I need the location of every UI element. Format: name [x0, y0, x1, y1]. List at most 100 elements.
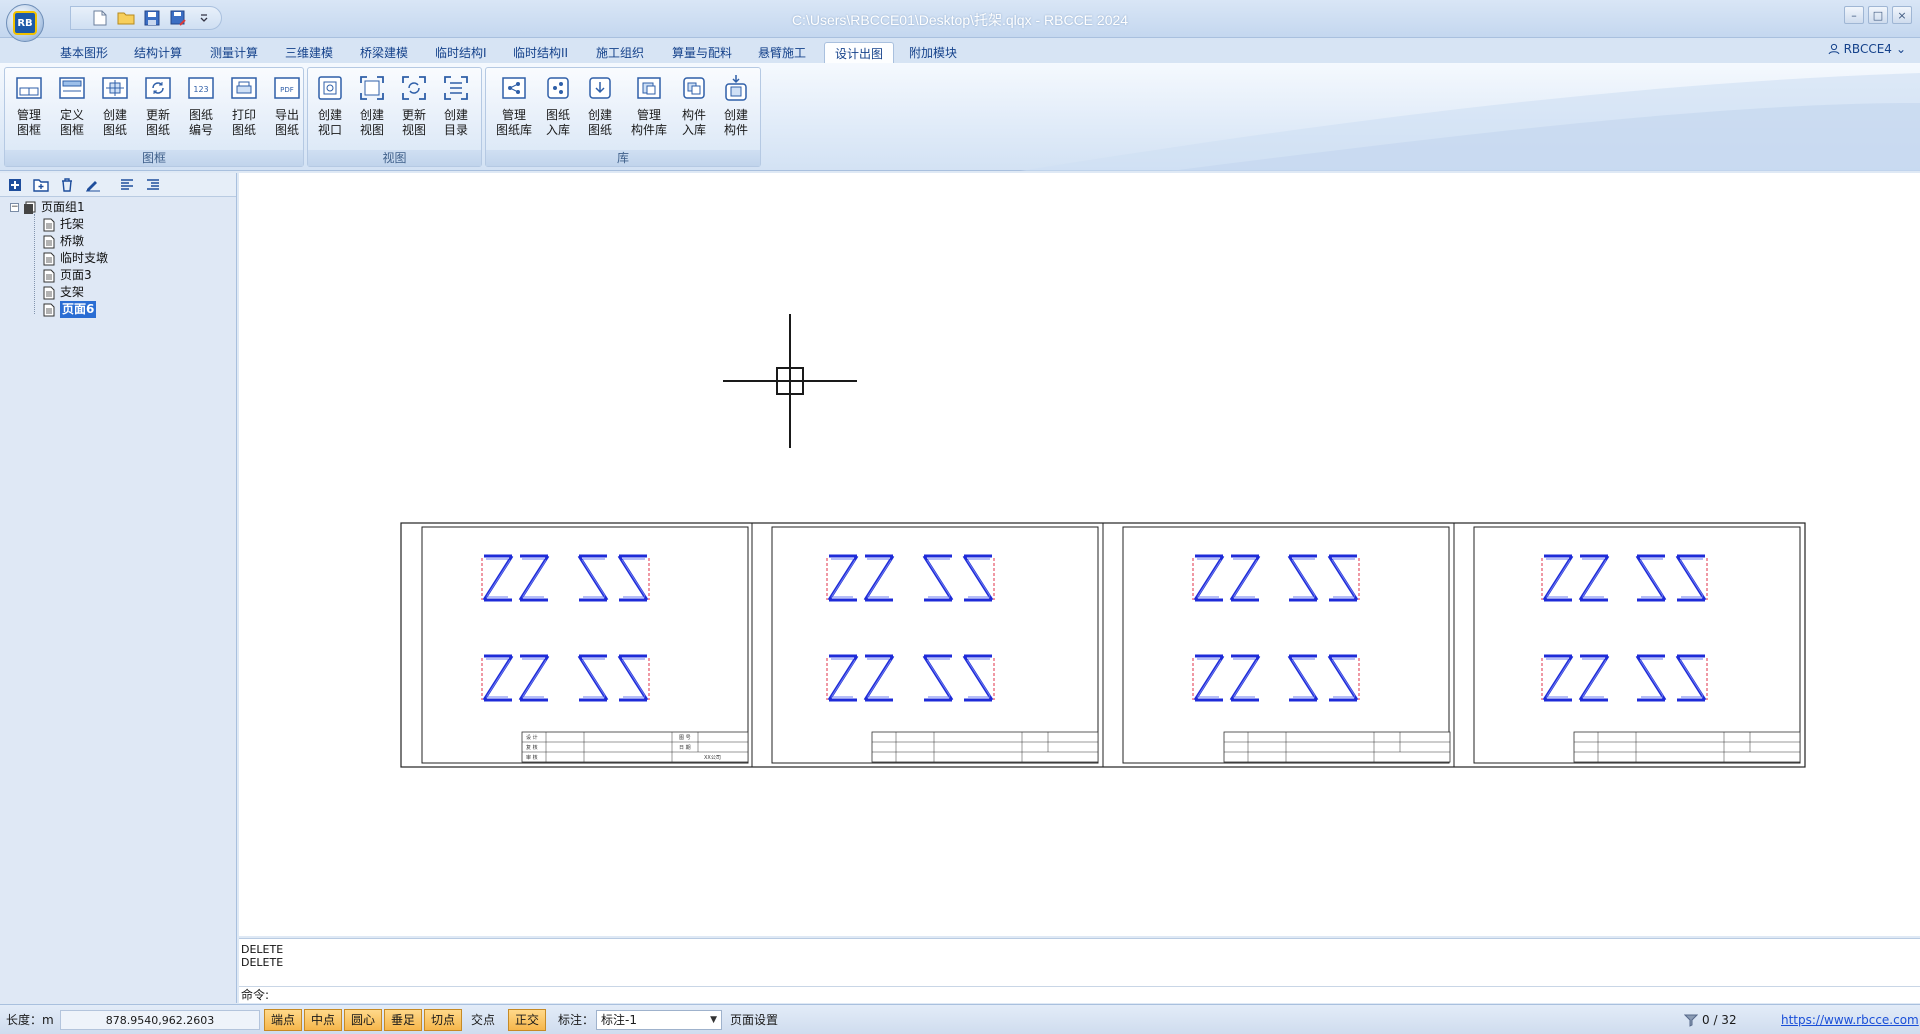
- add-group-icon[interactable]: [32, 176, 50, 194]
- command-input[interactable]: 命令:: [239, 986, 1920, 1003]
- add-page-icon[interactable]: [6, 176, 24, 194]
- page-group-icon: [24, 201, 36, 214]
- command-area: DELETE DELETE 命令:: [239, 938, 1920, 1003]
- app-menu-button[interactable]: RB: [6, 4, 44, 42]
- snap-tangent-toggle[interactable]: 切点: [424, 1009, 462, 1031]
- print-sheet-button[interactable]: 打印 图纸: [224, 70, 264, 150]
- button-label: 视图: [401, 123, 426, 137]
- page-tree-panel: − 页面组1 托架 桥墩 临时支墩 页面3 支架 页面6: [0, 173, 237, 1003]
- sheet-number-button[interactable]: 123 图纸 编号: [181, 70, 221, 150]
- refresh-view-button[interactable]: 更新 视图: [394, 70, 434, 150]
- tree-item[interactable]: 桥墩: [0, 233, 236, 250]
- drawing-svg: 设 计 复 核 审 核 图 号 日 期 XX公司: [400, 314, 1806, 768]
- refresh-view-icon: [398, 72, 430, 104]
- tree-item[interactable]: 临时支墩: [0, 250, 236, 267]
- drawing-canvas[interactable]: 设 计 复 核 审 核 图 号 日 期 XX公司: [239, 173, 1920, 936]
- align-indent-icon[interactable]: [144, 176, 162, 194]
- create-view-button[interactable]: 创建 视图: [352, 70, 392, 150]
- filter-status[interactable]: 0 / 32: [1684, 1010, 1737, 1030]
- command-history-line: DELETE: [241, 943, 284, 956]
- page-settings-button[interactable]: 页面设置: [730, 1010, 778, 1030]
- button-label: 管理: [501, 108, 526, 122]
- rename-icon[interactable]: [84, 176, 102, 194]
- title-bar: C:\Users\RBCCE01\Desktop\托架.qlqx - RBCCE…: [0, 0, 1920, 38]
- snap-intersection-toggle[interactable]: 交点: [464, 1009, 502, 1031]
- maximize-button[interactable]: □: [1868, 6, 1888, 24]
- sheet-3[interactable]: [1102, 522, 1455, 768]
- tab-structural-calc[interactable]: 结构计算: [124, 42, 192, 64]
- ribbon-tabs: 基本图形 结构计算 测量计算 三维建模 桥梁建模 临时结构I 临时结构II 施工…: [0, 38, 1920, 64]
- create-catalog-button[interactable]: 创建 目录: [436, 70, 476, 150]
- tab-temp-structure-1[interactable]: 临时结构I: [425, 42, 497, 64]
- page-icon: [43, 235, 55, 248]
- open-folder-icon[interactable]: [115, 8, 137, 28]
- create-component-icon: [720, 72, 752, 104]
- tree-item-label: 托架: [60, 217, 85, 231]
- tab-addons[interactable]: 附加模块: [899, 42, 967, 64]
- tab-basic-shapes[interactable]: 基本图形: [50, 42, 118, 64]
- tree-item-selected[interactable]: 页面6: [0, 301, 236, 318]
- create-viewport-button[interactable]: 创建 视口: [310, 70, 350, 150]
- save-icon[interactable]: [141, 8, 163, 28]
- define-frame-icon: [56, 72, 88, 104]
- dimension-style-select[interactable]: 标注-1 ▼: [596, 1010, 722, 1030]
- button-label: 管理: [636, 108, 661, 122]
- create-sheet-button[interactable]: 创建 图纸: [95, 70, 135, 150]
- snap-midpoint-toggle[interactable]: 中点: [304, 1009, 342, 1031]
- minimize-button[interactable]: –: [1844, 6, 1864, 24]
- print-icon: [228, 72, 260, 104]
- pdf-glyph: PDF: [280, 86, 294, 94]
- tab-design-drawing[interactable]: 设计出图: [824, 42, 895, 64]
- sheet-2[interactable]: [751, 522, 1104, 768]
- button-label: 图纸: [545, 108, 570, 122]
- snap-perpendicular-toggle[interactable]: 垂足: [384, 1009, 422, 1031]
- tree-item-label: 页面3: [60, 268, 92, 282]
- button-label: 创建: [723, 108, 748, 122]
- sheet-4[interactable]: [1453, 522, 1806, 768]
- tab-temp-structure-2[interactable]: 临时结构II: [503, 42, 578, 64]
- tree-item-label: 桥墩: [60, 234, 85, 248]
- page-icon: [43, 286, 55, 299]
- group-library: 管理 图纸库 图纸 入库 创建 图纸 管理 构件库 构件 入库 创建 构件 库: [485, 67, 761, 167]
- user-menu[interactable]: RBCCE4 ⌄: [1828, 42, 1906, 56]
- export-sheet-button[interactable]: PDF 导出 图纸: [267, 70, 307, 150]
- viewport-icon: [314, 72, 346, 104]
- create-component-button[interactable]: 创建 构件: [716, 70, 756, 150]
- save-as-icon[interactable]: [167, 8, 189, 28]
- tab-3d-modeling[interactable]: 三维建模: [275, 42, 343, 64]
- tree-item[interactable]: 页面3: [0, 267, 236, 284]
- collapse-toggle[interactable]: −: [10, 203, 19, 212]
- tree-item[interactable]: 托架: [0, 216, 236, 233]
- snap-center-toggle[interactable]: 圆心: [344, 1009, 382, 1031]
- define-frame-button[interactable]: 定义 图框: [52, 70, 92, 150]
- tab-construction-org[interactable]: 施工组织: [586, 42, 654, 64]
- tab-cantilever[interactable]: 悬臂施工: [748, 42, 816, 64]
- status-bar: 长度：m 878.9540,962.2603 端点 中点 圆心 垂足 切点 交点…: [0, 1004, 1920, 1034]
- refresh-sheet-button[interactable]: 更新 图纸: [138, 70, 178, 150]
- manage-component-library-button[interactable]: 管理 构件库: [624, 70, 674, 150]
- tab-quantity-materials[interactable]: 算量与配料: [662, 42, 742, 64]
- tab-bridge-modeling[interactable]: 桥梁建模: [350, 42, 418, 64]
- dropdown-icon[interactable]: [193, 8, 215, 28]
- delete-icon[interactable]: [58, 176, 76, 194]
- website-link[interactable]: https://www.rbcce.com: [1781, 1010, 1919, 1030]
- button-label: 更新: [401, 108, 426, 122]
- tree-item[interactable]: 支架: [0, 284, 236, 301]
- align-left-icon[interactable]: [118, 176, 136, 194]
- manage-frame-button[interactable]: 管理 图框: [9, 70, 49, 150]
- ortho-toggle[interactable]: 正交: [508, 1009, 546, 1031]
- title-block-label: 图 号: [679, 735, 691, 741]
- close-button[interactable]: ×: [1892, 6, 1912, 24]
- create-sheet-from-library-button[interactable]: 创建 图纸: [580, 70, 620, 150]
- component-to-library-button[interactable]: 构件 入库: [674, 70, 714, 150]
- snap-endpoint-toggle[interactable]: 端点: [264, 1009, 302, 1031]
- button-label: 导出: [274, 108, 299, 122]
- manage-sheet-library-button[interactable]: 管理 图纸库: [490, 70, 538, 150]
- tree-group-row[interactable]: − 页面组1: [0, 199, 236, 216]
- page-tree: − 页面组1 托架 桥墩 临时支墩 页面3 支架 页面6: [0, 197, 236, 318]
- sheet-to-library-button[interactable]: 图纸 入库: [538, 70, 578, 150]
- new-file-icon[interactable]: [89, 8, 111, 28]
- length-unit-label: 长度：m: [6, 1013, 54, 1027]
- tab-survey-calc[interactable]: 测量计算: [200, 42, 268, 64]
- sheet-1[interactable]: [400, 522, 753, 768]
